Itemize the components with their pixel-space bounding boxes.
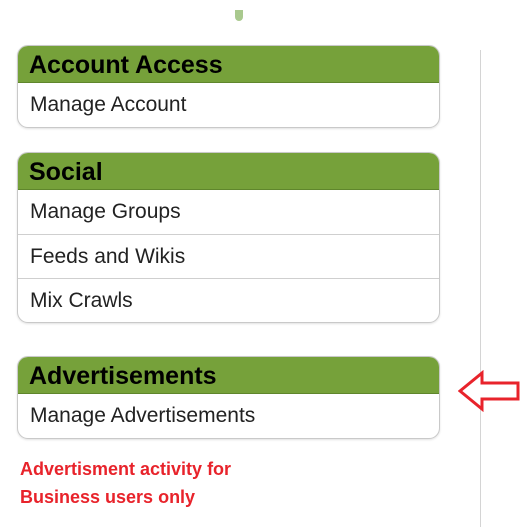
menu-item-manage-groups[interactable]: Manage Groups	[18, 190, 439, 234]
menu-item-feeds-and-wikis[interactable]: Feeds and Wikis	[18, 234, 439, 278]
panel-title-account-access: Account Access	[18, 46, 439, 83]
advertisements-panel: Advertisements Manage Advertisements	[17, 356, 440, 439]
annotation-line-2: Business users only	[20, 487, 196, 507]
menu-item-mix-crawls[interactable]: Mix Crawls	[18, 278, 439, 322]
panel-title-advertisements: Advertisements	[18, 357, 439, 394]
menu-item-manage-advertisements[interactable]: Manage Advertisements	[18, 394, 439, 438]
account-access-panel: Account Access Manage Account	[17, 45, 440, 128]
left-arrow-icon	[458, 370, 520, 412]
content-divider	[480, 50, 481, 527]
collapse-handle	[235, 10, 243, 21]
panel-title-social: Social	[18, 153, 439, 190]
menu-item-manage-account[interactable]: Manage Account	[18, 83, 439, 127]
annotation-line-1: Advertisment activity for	[20, 459, 232, 479]
annotation-note: Advertisment activity for Business users…	[20, 455, 231, 511]
social-panel: Social Manage Groups Feeds and Wikis Mix…	[17, 152, 440, 323]
